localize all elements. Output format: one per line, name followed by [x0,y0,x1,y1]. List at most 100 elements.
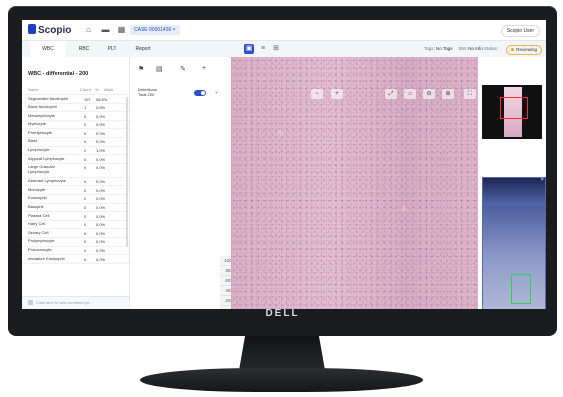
cell-count: 0 [84,139,87,145]
top-bar: Scopio ⌂ ▬ ▦ CASE 00001436 × Scopio User [22,20,546,41]
table-row[interactable]: Blast 0 0.0% [22,138,129,147]
cell-pct: 0.0% [96,196,106,202]
chevron-down-icon[interactable]: ⌄ [214,88,219,95]
tags-value: No Tags [436,46,453,51]
layers-icon[interactable]: ▤ [156,65,163,73]
cell-count: 0 [84,156,87,162]
table-row[interactable]: Band Neutrophil 1 0.5% [22,104,129,113]
add-icon[interactable]: + [202,65,206,72]
calendar-icon[interactable]: ▦ [117,25,126,34]
monitor-brand: DELL [265,308,300,319]
bm-label: BM: [459,46,468,51]
cell-count: 0 [84,179,87,185]
table-row[interactable]: Promyelocyte 0 0.0% [22,129,129,138]
cell-name: Aberrant Lymphocyte [28,178,66,184]
status-badge[interactable]: Reviewing [506,45,542,55]
detections-toggle[interactable] [194,90,206,96]
cell-count: 0 [84,230,87,236]
col-pct: % [95,87,99,92]
cell-name: Promonocyte [28,247,52,252]
cell-pct: 0.0% [96,130,106,136]
case-tab-chip[interactable]: CASE 00001436 × [130,25,180,35]
table-row[interactable]: Aberrant Lymphocyte 0 0.0% [22,178,129,187]
table-row[interactable]: Prolymphocyte 0 0.0% [22,238,129,247]
cell-pct: 0.0% [96,248,106,253]
table-row[interactable]: Basophil 0 0.0% [22,204,129,213]
table-row[interactable]: Immature Eosinophil 0 0.0% [22,255,129,264]
expand-icon[interactable]: ⤢ [385,89,397,99]
bm-meta[interactable]: BM: No Info [459,41,483,57]
home-icon[interactable]: ⌂ [84,25,93,34]
table-row[interactable]: Sezary Cell 0 0.0% [22,229,129,238]
table-row[interactable]: Eosinophil 0 0.0% [22,195,129,204]
overview-label-band [483,178,545,206]
zoom-in-icon[interactable]: + [331,89,343,99]
overview-roi[interactable] [511,274,531,304]
tab-report[interactable]: Report [128,41,158,57]
tags-meta[interactable]: Tags: No Tags [424,41,452,57]
cell-pct: 0.0% [96,179,106,185]
app-logo-text: Scopio [38,25,72,36]
table-row[interactable]: Lymphocyte 2 1.0% [22,147,129,156]
grid-view-button[interactable]: ⊞ [271,44,281,54]
table-row[interactable]: Atypical Lymphocyte 0 0.0% [22,155,129,164]
comment-placeholder: Click here to add comment (or... [36,300,93,305]
minimap[interactable] [482,85,542,139]
cell-count: 0 [84,187,87,193]
app-logo[interactable]: Scopio [28,24,71,36]
table-row[interactable]: Promonocyte 0 0.0% [22,247,129,256]
tab-rbc[interactable]: RBC [72,41,96,57]
cell-pct: 0.0% [96,113,106,119]
cell-name: Plasma Cell [28,212,50,218]
flag-icon[interactable]: ⚑ [138,65,144,73]
monitor: Scopio ⌂ ▬ ▦ CASE 00001436 × Scopio User… [8,6,557,336]
fullscreen-icon[interactable]: ⛶ [464,89,476,99]
cell-name: Promyelocyte [28,129,53,135]
wbc-title: WBC - differential - 200 [28,71,89,77]
close-icon[interactable]: × [540,177,544,183]
cell-name: Myelocyte [28,121,47,127]
magnifier-minus-icon[interactable]: ⊖ [423,89,435,99]
single-view-button[interactable]: ▣ [244,44,254,54]
cell-count: 0 [84,196,87,202]
cell-name: Sezary Cell [28,229,49,235]
pen-icon[interactable]: ✎ [180,65,186,73]
table-row[interactable]: Segmented Neutrophil 197 98.5% [22,95,129,104]
logo-mark-icon [28,24,36,34]
table-row[interactable]: Large Granular Lymphocyte 0 0.0% [22,164,129,178]
cell-name: Metamyelocyte [28,112,55,118]
user-menu[interactable]: Scopio User [500,25,540,37]
bm-value: No Info [468,46,483,51]
minimap-viewport[interactable] [500,97,528,119]
wbc-panel: WBC - differential - 200 Name Count % Ab… [22,57,130,309]
wbc-scrollbar[interactable] [126,97,128,247]
cell-pct: 0.0% [96,122,106,128]
col-name: Name [28,87,39,92]
table-row[interactable]: Monocyte 0 0.0% [22,186,129,195]
cell-count: 0 [84,256,87,262]
slide-overview[interactable]: × [482,177,546,309]
col-count: Count [80,87,91,92]
tab-plt[interactable]: PLT [100,41,124,57]
cell-name: Atypical Lymphocyte [28,155,65,161]
cell-count: 0 [84,205,87,211]
list-view-button[interactable]: ≡ [258,44,268,54]
cell-pct: 1.0% [96,148,106,154]
tab-row: WBC RBC PLT Report ▣ ≡ ⊞ Tags: No Tags B… [22,41,546,59]
table-row[interactable]: Myelocyte 0 0.0% [22,121,129,130]
cell-pct: 0.0% [96,139,106,145]
cell-count: 0 [84,248,87,253]
table-row[interactable]: Hairy Cell 0 0.0% [22,221,129,230]
slide-viewer[interactable]: − + ⤢ ⌂ ⊖ ⊕ ⛶ [231,57,478,309]
cell-name: Band Neutrophil [28,104,57,110]
magnifier-plus-icon[interactable]: ⊕ [442,89,454,99]
cell-pct: 98.5% [96,96,108,102]
screen: Scopio ⌂ ▬ ▦ CASE 00001436 × Scopio User… [22,20,546,309]
table-row[interactable]: Metamyelocyte 0 0.0% [22,112,129,121]
table-row[interactable]: Plasma Cell 0 0.0% [22,212,129,221]
zoom-out-icon[interactable]: − [311,89,323,99]
folder-icon[interactable]: ▬ [101,25,110,34]
home-view-icon[interactable]: ⌂ [404,89,416,99]
wbc-table-header: Name Count % Abs# [22,85,129,95]
cell-pct: 0.0% [96,230,106,236]
